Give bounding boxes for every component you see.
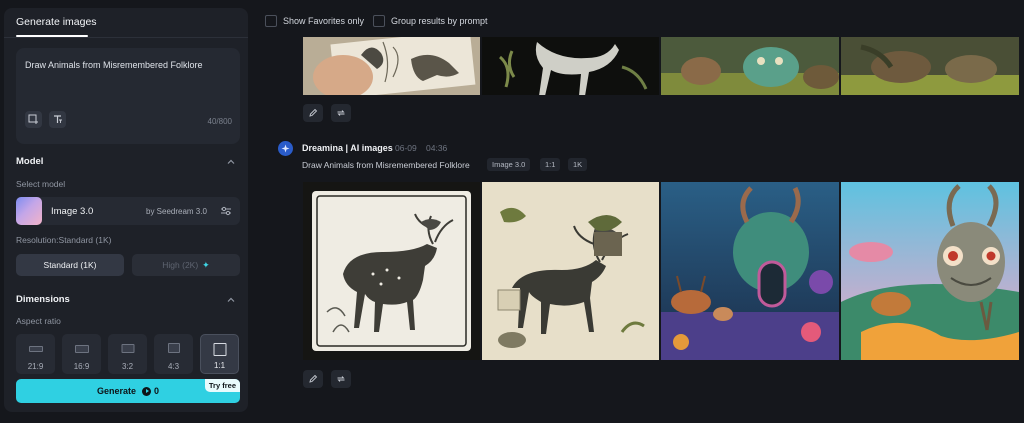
forest-creatures-image (841, 37, 1019, 95)
sparkle-icon: ✦ (202, 259, 210, 270)
deer-etching-image (303, 182, 480, 360)
aspect-label: 4:3 (167, 362, 180, 371)
generate-button[interactable]: Generate 0 Try free (16, 379, 240, 403)
result-image[interactable] (482, 182, 659, 360)
credit-icon (142, 386, 151, 396)
tag-model: Image 3.0 (487, 158, 531, 171)
resolution-label: Resolution:Standard (1K) (16, 235, 112, 245)
aspect-ratio-21-9[interactable]: 21:9 (16, 334, 55, 374)
generate-panel: Generate images Draw Animals from Misrem… (4, 8, 248, 412)
pencil-icon (309, 108, 318, 117)
generation-source: Dreamina | AI images (302, 143, 393, 153)
edit-button[interactable] (303, 370, 323, 388)
resolution-high-button[interactable]: High (2K) ✦ (132, 254, 240, 276)
sketch-boar-image (303, 37, 480, 95)
aspect-label: 1:1 (213, 361, 226, 370)
fantasy-forest-image (661, 182, 839, 360)
result-image[interactable] (303, 182, 480, 360)
ratio-21-9-icon (28, 346, 43, 352)
result-image[interactable] (661, 37, 839, 95)
aspect-label: 16:9 (73, 362, 90, 371)
result-image[interactable] (841, 182, 1019, 360)
result-image[interactable] (303, 37, 480, 95)
ratio-16-9-icon (74, 345, 89, 353)
model-provider: by Seedream 3.0 (146, 207, 207, 216)
pencil-icon (309, 374, 318, 383)
resolution-high-label: High (2K) (162, 260, 199, 270)
fantasy-creature-image (841, 182, 1019, 360)
model-thumbnail (16, 197, 42, 225)
result-image[interactable] (482, 37, 659, 95)
tab-generate-images[interactable]: Generate images (16, 16, 97, 28)
app-root: Generate images Draw Animals from Misrem… (0, 0, 1024, 423)
aspect-label: 21:9 (27, 362, 44, 371)
ratio-4-3-icon (167, 343, 180, 353)
dreamina-logo-icon (278, 141, 293, 156)
try-free-badge: Try free (204, 379, 240, 392)
regenerate-button[interactable] (331, 370, 351, 388)
dimensions-section-title: Dimensions (16, 294, 70, 305)
tag-aspect: 1:1 (540, 158, 561, 171)
resolution-standard-button[interactable]: Standard (1K) (16, 254, 124, 276)
image-reference-icon[interactable] (25, 111, 42, 128)
regenerate-button[interactable] (331, 104, 351, 122)
favorites-label[interactable]: Show Favorites only (283, 16, 364, 26)
chevron-up-icon[interactable] (226, 157, 236, 167)
forest-creatures-image (661, 37, 839, 95)
select-model-label: Select model (16, 179, 66, 189)
ratio-3-2-icon (121, 344, 134, 353)
panel-tabs: Generate images (4, 8, 248, 38)
sliders-icon[interactable] (220, 205, 232, 217)
edit-button[interactable] (303, 104, 323, 122)
model-selector[interactable]: Image 3.0 by Seedream 3.0 (16, 197, 240, 225)
deer-folklore-plate-image (482, 182, 659, 360)
aspect-ratio-3-2[interactable]: 3:2 (108, 334, 147, 374)
generation-time: 04:36 (426, 143, 448, 153)
aspect-ratio-1-1[interactable]: 1:1 (200, 334, 239, 374)
text-style-icon[interactable] (49, 111, 66, 128)
generation-prompt[interactable]: Draw Animals from Misremembered Folklore (302, 160, 470, 170)
result-image[interactable] (841, 37, 1019, 95)
aspect-label: 3:2 (121, 362, 134, 371)
group-by-prompt-checkbox[interactable] (373, 15, 385, 27)
result-image[interactable] (661, 182, 839, 360)
aspect-ratio-label: Aspect ratio (16, 316, 61, 326)
aspect-ratio-16-9[interactable]: 16:9 (62, 334, 101, 374)
resolution-standard-label: Standard (1K) (43, 260, 97, 270)
stag-on-black-image (482, 37, 659, 95)
repeat-icon (337, 376, 345, 382)
group-by-prompt-label[interactable]: Group results by prompt (391, 16, 488, 26)
generate-label: Generate (96, 386, 136, 396)
aspect-ratio-4-3[interactable]: 4:3 (154, 334, 193, 374)
model-name: Image 3.0 (51, 206, 94, 217)
favorites-checkbox[interactable] (265, 15, 277, 27)
ratio-1-1-icon (213, 343, 226, 356)
chevron-up-icon[interactable] (226, 295, 236, 305)
tag-resolution: 1K (568, 158, 588, 171)
prompt-char-count: 40/800 (207, 117, 232, 126)
model-section-title: Model (16, 156, 44, 167)
generation-date: 06-09 (395, 143, 417, 153)
repeat-icon (337, 110, 345, 116)
prompt-input[interactable]: Draw Animals from Misremembered Folklore… (16, 48, 240, 144)
tab-active-indicator (16, 35, 88, 37)
prompt-text[interactable]: Draw Animals from Misremembered Folklore (25, 60, 203, 70)
generate-cost: 0 (154, 386, 160, 396)
